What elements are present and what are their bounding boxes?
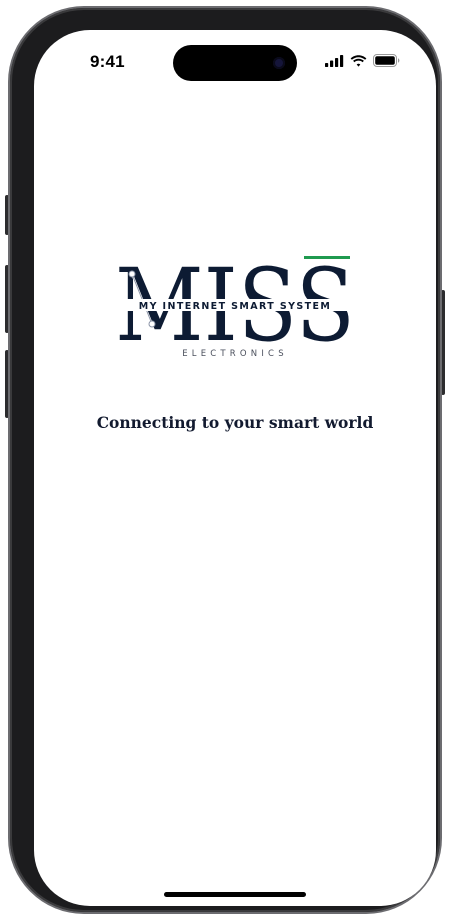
power-button[interactable] <box>441 290 445 395</box>
home-indicator[interactable] <box>164 892 306 897</box>
battery-icon <box>373 54 400 67</box>
action-button[interactable] <box>5 195 9 235</box>
tagline: Connecting to your smart world <box>96 413 374 432</box>
logo-subtitle: MY INTERNET SMART SYSTEM <box>139 301 332 312</box>
front-camera-icon <box>273 57 285 69</box>
status-bar: 9:41 <box>34 30 436 90</box>
dynamic-island <box>173 45 297 81</box>
volume-down-button[interactable] <box>5 350 9 418</box>
phone-frame: 9:41 MISS MY INTERNET SMART SYSTEM ELECT… <box>10 8 440 912</box>
wifi-icon <box>350 54 367 67</box>
volume-up-button[interactable] <box>5 265 9 333</box>
cellular-signal-icon <box>325 54 344 67</box>
status-time: 9:41 <box>90 52 125 71</box>
miss-logo: MISS MY INTERNET SMART SYSTEM ELECTRONIC… <box>112 252 358 364</box>
status-icons <box>325 54 400 67</box>
splash-screen: 9:41 MISS MY INTERNET SMART SYSTEM ELECT… <box>34 30 436 906</box>
logo-brand-line: ELECTRONICS <box>182 349 288 359</box>
logo-accent-bar <box>304 256 350 259</box>
